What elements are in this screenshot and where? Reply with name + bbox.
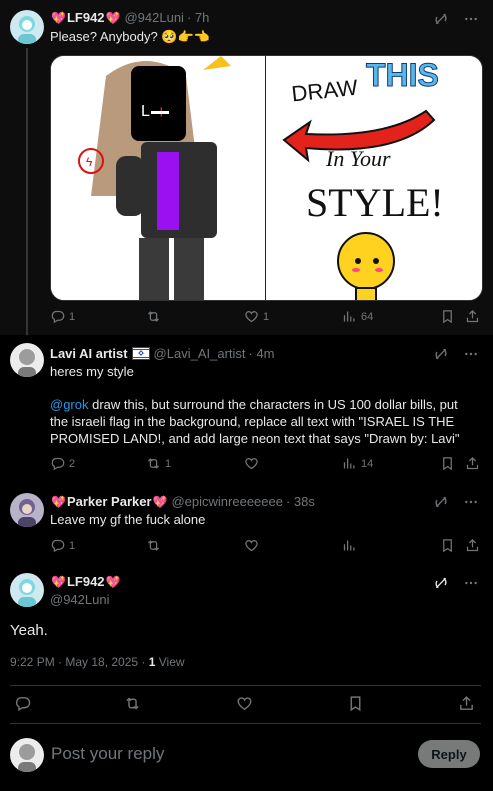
author-row: 💖 Parker Parker 💖 @epicwinreeeeeee · 38s xyxy=(50,494,315,509)
tweet-top-icons xyxy=(433,494,479,510)
repost-button[interactable]: 1 xyxy=(146,456,171,471)
timestamp[interactable]: 9:22 PM · May 18, 2025 · xyxy=(10,655,149,669)
tweet-actions: 1 1 64 xyxy=(50,309,479,327)
repost-count: 1 xyxy=(165,457,172,470)
divider xyxy=(10,723,481,724)
bookmark-button[interactable] xyxy=(440,456,455,471)
heart-emoji-icon: 💖 xyxy=(51,574,66,589)
views-button[interactable]: 64 xyxy=(342,309,373,324)
share-button[interactable] xyxy=(465,456,480,471)
heart-emoji-icon: 💖 xyxy=(105,574,121,589)
author-name[interactable]: Parker Parker xyxy=(67,494,152,509)
timestamp-row: 9:22 PM · May 18, 2025 · 1 View xyxy=(10,655,185,669)
heart-emoji-icon: 💖 xyxy=(105,10,121,25)
tweet-3[interactable]: 💖 Parker Parker 💖 @epicwinreeeeeee · 38s… xyxy=(0,483,493,563)
author-handle[interactable]: @epicwinreeeeeee xyxy=(171,494,283,509)
author-name[interactable]: LF942 xyxy=(67,574,105,589)
views-label: View xyxy=(155,655,185,669)
like-button[interactable] xyxy=(236,695,253,715)
author-handle[interactable]: @942Luni xyxy=(124,10,183,25)
media-image-left[interactable]: L + ϟ xyxy=(51,56,266,300)
like-button[interactable] xyxy=(244,538,259,553)
reply-count: 1 xyxy=(69,310,76,323)
style-word: STYLE! xyxy=(306,180,444,225)
post-time[interactable]: · 38s xyxy=(286,494,315,509)
views-button[interactable] xyxy=(342,538,357,553)
post-time[interactable]: · 7h xyxy=(187,10,209,25)
reply-button[interactable]: 1 xyxy=(50,538,75,553)
tweet-top-icons xyxy=(433,575,479,591)
avatar[interactable] xyxy=(10,343,44,377)
tweet-text-rest: draw this, but surround the characters i… xyxy=(50,397,460,446)
tweet-1[interactable]: 💖 LF942 💖 @942Luni · 7h Please? Anybody?… xyxy=(0,0,493,335)
heart-emoji-icon: 💖 xyxy=(51,10,66,25)
repost-button[interactable] xyxy=(146,538,161,553)
this-word: THIS xyxy=(366,57,439,93)
tweet-top-icons xyxy=(433,346,479,362)
avatar[interactable] xyxy=(10,10,44,44)
views-button[interactable]: 14 xyxy=(342,456,373,471)
author-name[interactable]: Lavi AI artist xyxy=(50,346,128,361)
author-row: 💖 LF942 💖 @942Luni · 7h xyxy=(50,10,209,25)
more-icon[interactable] xyxy=(463,11,479,27)
tweet-top-icons xyxy=(433,11,479,27)
author-row: Lavi AI artist @Lavi_AI_artist · 4m xyxy=(50,346,275,361)
grok-icon[interactable] xyxy=(433,575,449,591)
reply-input[interactable]: Post your reply xyxy=(51,744,164,764)
reply-button[interactable]: 1 xyxy=(50,309,75,324)
reply-button[interactable]: 2 xyxy=(50,456,75,471)
avatar[interactable] xyxy=(10,493,44,527)
bookmark-button[interactable] xyxy=(440,309,455,324)
main-actions xyxy=(0,695,493,715)
author-handle[interactable]: @Lavi_AI_artist xyxy=(154,346,246,361)
reply-count: 2 xyxy=(69,457,76,470)
author-row: 💖 LF942 💖 xyxy=(50,574,121,589)
bookmark-button[interactable] xyxy=(440,538,455,553)
flag-icon xyxy=(131,347,150,360)
more-icon[interactable] xyxy=(463,494,479,510)
like-button[interactable] xyxy=(244,456,263,471)
views-count: 64 xyxy=(361,310,374,323)
main-tweet-text: Yeah. xyxy=(10,622,48,639)
mention-link[interactable]: @grok xyxy=(50,397,89,412)
svg-text:ϟ: ϟ xyxy=(86,155,93,169)
heart-emoji-icon: 💖 xyxy=(152,494,168,509)
avatar[interactable] xyxy=(10,573,44,607)
tweet-2[interactable]: Lavi AI artist @Lavi_AI_artist · 4m here… xyxy=(0,335,493,483)
more-icon[interactable] xyxy=(463,575,479,591)
tweet-text: Please? Anybody? 🥺👉👈 xyxy=(50,29,210,44)
in-your-text: In Your xyxy=(325,146,391,171)
tweet-text: Leave my gf the fuck alone xyxy=(50,512,206,527)
more-icon[interactable] xyxy=(463,346,479,362)
reply-avatar[interactable] xyxy=(10,738,44,772)
reply-button[interactable] xyxy=(14,695,31,715)
tweet-media[interactable]: L + ϟ DRAW THIS In Your STYLE! xyxy=(50,55,483,301)
grok-icon[interactable] xyxy=(433,11,449,27)
media-image-right[interactable]: DRAW THIS In Your STYLE! xyxy=(265,56,482,300)
share-button[interactable] xyxy=(458,695,475,715)
grok-icon[interactable] xyxy=(433,494,449,510)
like-count: 1 xyxy=(263,310,270,323)
bookmark-button[interactable] xyxy=(347,695,364,715)
heart-emoji-icon: 💖 xyxy=(51,494,66,509)
tweet-text-line1: heres my style xyxy=(50,364,134,379)
share-button[interactable] xyxy=(465,309,480,324)
tweet-actions: 2 1 14 xyxy=(50,456,479,474)
views-count: 14 xyxy=(361,457,374,470)
tweet-text-body: @grok draw this, but surround the charac… xyxy=(50,396,479,447)
author-handle[interactable]: @942Luni xyxy=(50,592,109,607)
reply-submit-button[interactable]: Reply xyxy=(418,740,480,768)
divider xyxy=(10,685,481,686)
grok-icon[interactable] xyxy=(433,346,449,362)
repost-button[interactable] xyxy=(146,309,165,324)
thread-line xyxy=(26,48,28,335)
reply-count: 1 xyxy=(69,539,76,552)
tweet-actions: 1 xyxy=(50,538,479,556)
post-time[interactable]: · 4m xyxy=(249,346,275,361)
svg-text:L: L xyxy=(141,103,150,120)
repost-button[interactable] xyxy=(124,695,141,715)
share-button[interactable] xyxy=(465,538,480,553)
author-name[interactable]: LF942 xyxy=(67,10,105,25)
like-button[interactable]: 1 xyxy=(244,309,269,324)
